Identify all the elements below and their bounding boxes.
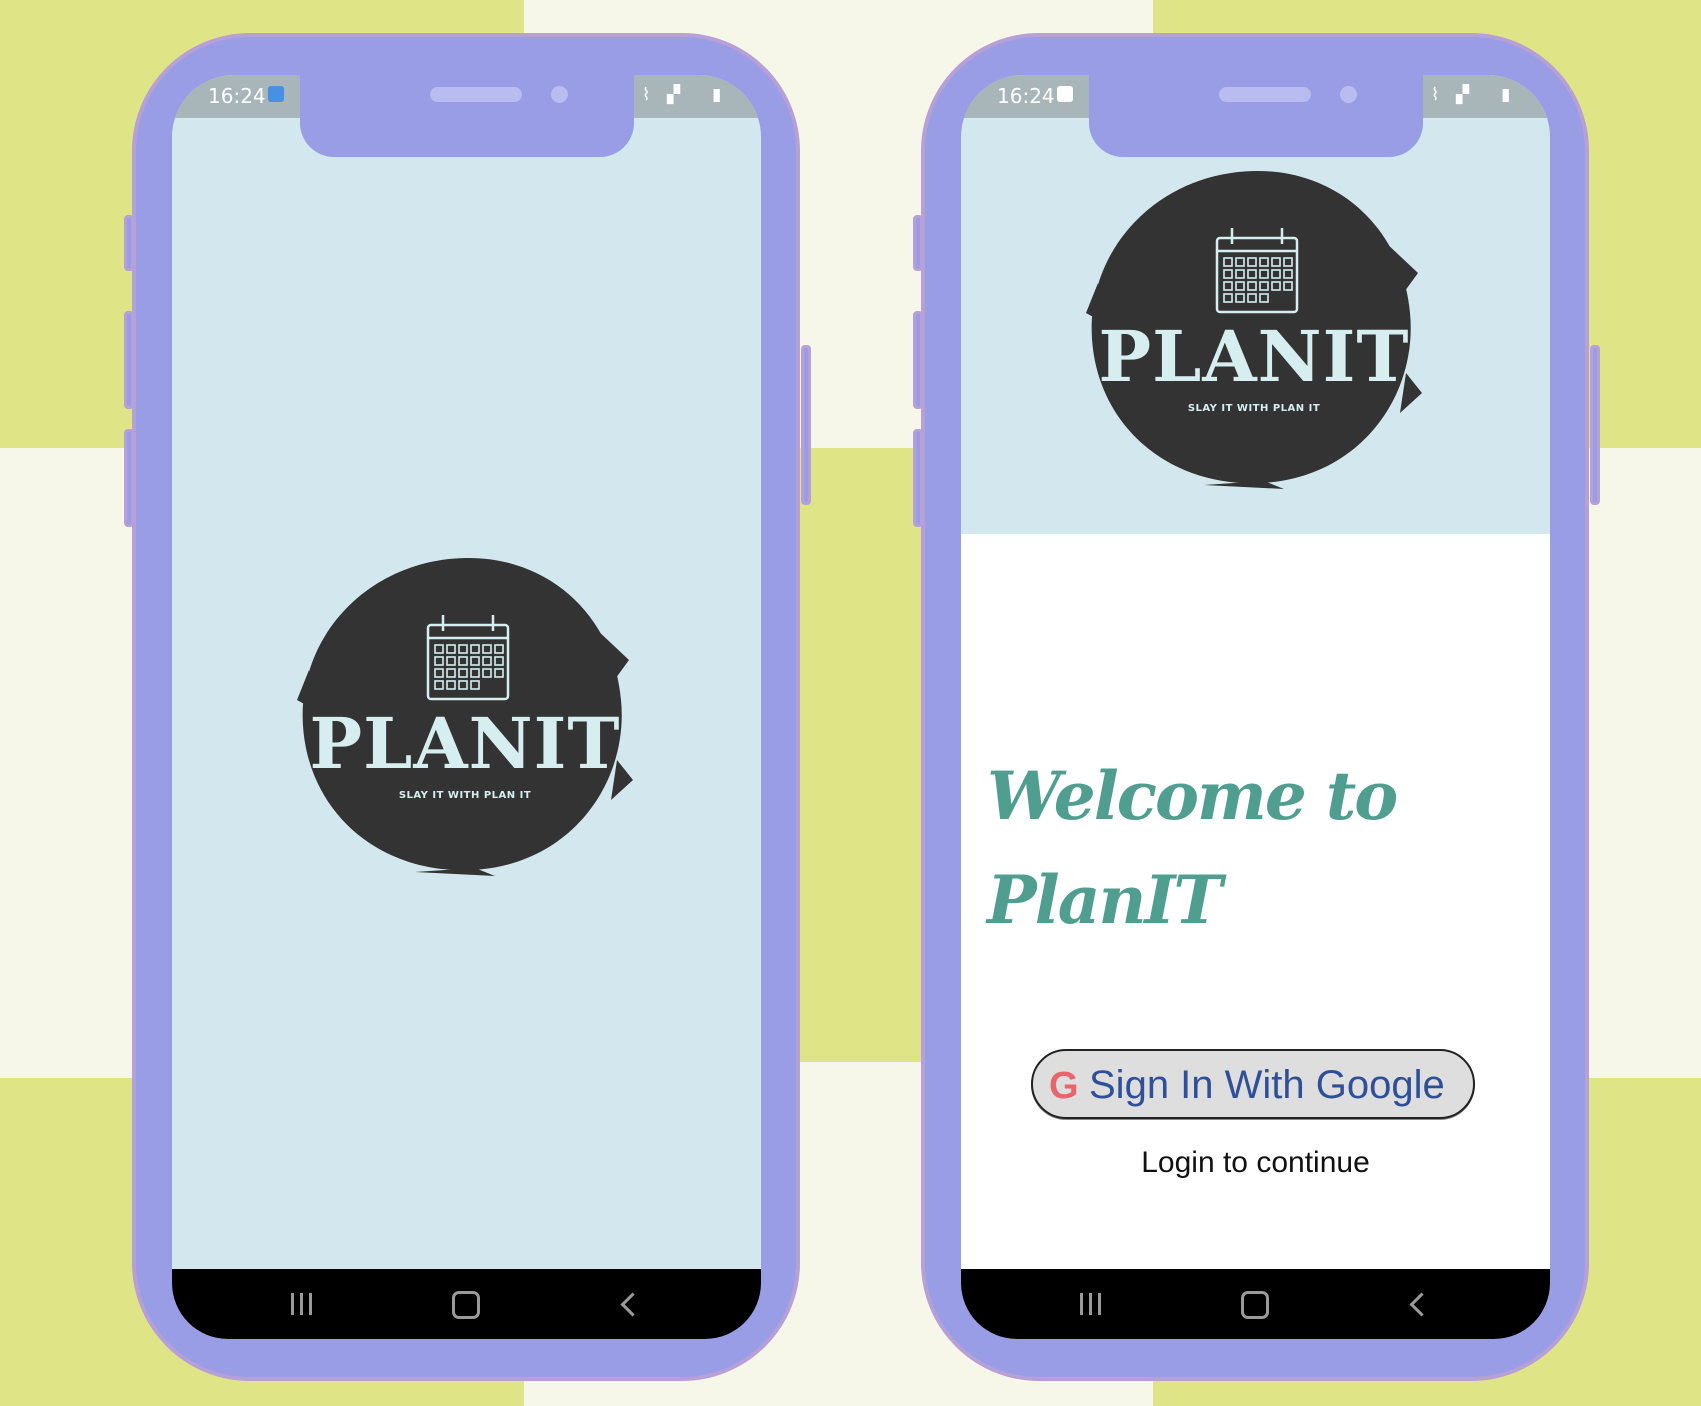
recent-apps-icon[interactable] <box>1079 1293 1105 1315</box>
home-icon[interactable] <box>1241 1291 1269 1319</box>
camera-notch <box>1089 75 1423 157</box>
camera-notch <box>300 75 634 157</box>
battery-icon: ▮ <box>1501 85 1511 105</box>
phone-side-button <box>124 311 134 409</box>
recent-apps-icon[interactable] <box>290 1293 316 1315</box>
logo-title: PLANIT <box>309 702 621 785</box>
logo-title: PLANIT <box>1098 315 1410 398</box>
phone-side-button <box>913 311 923 409</box>
android-nav-bar <box>172 1269 761 1339</box>
signal-icon: ▞ <box>667 85 681 105</box>
login-phone: 16:24 ⌇ ▞ ▮ PLANIT SLAY IT WITH PLAN IT … <box>913 33 1600 1381</box>
front-camera <box>1340 86 1357 103</box>
google-sign-in-button[interactable]: G Sign In With Google <box>1031 1049 1475 1119</box>
login-panel: Welcome to PlanIT G Sign In With Google … <box>961 534 1550 1269</box>
splash-phone: 16:24 ⌇ ▞ ▮ PLANIT SLAY IT WITH PLAN IT <box>124 33 811 1381</box>
welcome-line-2: PlanIT <box>987 861 1222 939</box>
wifi-call-icon: ⌇ <box>1431 85 1440 105</box>
phone-side-button <box>801 345 811 505</box>
signal-icon: ▞ <box>1456 85 1470 105</box>
planit-logo: PLANIT SLAY IT WITH PLAN IT <box>295 550 635 880</box>
notification-icon <box>268 86 284 102</box>
login-hint: Login to continue <box>1141 1146 1370 1179</box>
android-nav-bar <box>961 1269 1550 1339</box>
back-icon[interactable] <box>1409 1292 1434 1317</box>
phone-side-button <box>124 215 134 271</box>
status-time: 16:24 <box>208 84 266 108</box>
planit-logo: PLANIT SLAY IT WITH PLAN IT <box>1084 163 1424 493</box>
battery-icon: ▮ <box>712 85 722 105</box>
login-screen: 16:24 ⌇ ▞ ▮ PLANIT SLAY IT WITH PLAN IT … <box>961 75 1550 1339</box>
phone-side-button <box>1590 345 1600 505</box>
speaker-grille <box>430 87 522 102</box>
welcome-line-1: Welcome to <box>987 757 1398 835</box>
front-camera <box>551 86 568 103</box>
welcome-heading: Welcome to PlanIT <box>987 744 1507 952</box>
home-icon[interactable] <box>452 1291 480 1319</box>
phone-side-button <box>913 215 923 271</box>
google-sign-in-label: Sign In With Google <box>1089 1063 1445 1107</box>
google-icon: G <box>1049 1065 1079 1107</box>
status-time: 16:24 <box>997 84 1055 108</box>
logo-tagline: SLAY IT WITH PLAN IT <box>1187 403 1321 414</box>
logo-tagline: SLAY IT WITH PLAN IT <box>398 790 532 801</box>
back-icon[interactable] <box>620 1292 645 1317</box>
wifi-call-icon: ⌇ <box>642 85 651 105</box>
gallery-icon <box>1057 86 1073 102</box>
phone-side-button <box>913 429 923 527</box>
speaker-grille <box>1219 87 1311 102</box>
phone-side-button <box>124 429 134 527</box>
splash-screen: 16:24 ⌇ ▞ ▮ PLANIT SLAY IT WITH PLAN IT <box>172 75 761 1339</box>
